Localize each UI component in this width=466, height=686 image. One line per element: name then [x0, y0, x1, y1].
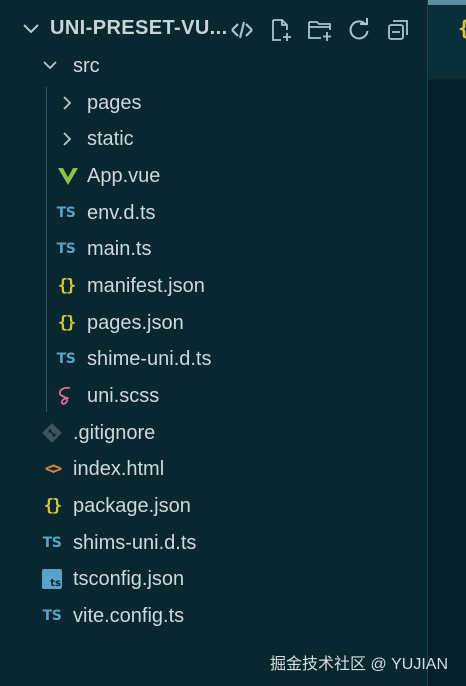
chevron-down-icon[interactable] [20, 18, 42, 40]
tsconfig-icon: ts [40, 567, 64, 591]
explorer-panel: UNI-PRESET-VU... src pages static App.vu… [0, 0, 428, 686]
tree-item-app-vue[interactable]: App.vue [0, 158, 428, 195]
typescript-icon: TS [56, 205, 76, 221]
tree-item-label: pages.json [87, 312, 184, 334]
tree-item-manifest-json[interactable]: {} manifest.json [0, 268, 428, 305]
watermark: 掘金技术社区 @ YUJIAN [270, 656, 449, 673]
tree-item-env-d-ts[interactable]: TS env.d.ts [0, 195, 428, 232]
tree-item-label: env.d.ts [87, 202, 156, 224]
tree-item-label: src [73, 55, 100, 77]
tree-item-label: manifest.json [87, 275, 205, 297]
sass-icon [54, 384, 78, 408]
typescript-icon: TS [42, 608, 62, 624]
tree-item-label: App.vue [87, 165, 161, 187]
editor-tab-indicator [428, 0, 466, 5]
collapse-all-icon[interactable] [384, 16, 412, 44]
tsconfig-icon-text: ts [50, 578, 61, 589]
tree-item-label: static [87, 128, 134, 150]
tree-item-uni-scss[interactable]: uni.scss [0, 378, 428, 415]
tree-item-pages-json[interactable]: {} pages.json [0, 305, 428, 342]
git-icon [40, 421, 64, 445]
tree-item-label: package.json [73, 495, 191, 517]
tree-item-label: tsconfig.json [73, 568, 185, 590]
tree-item-label: shime-uni.d.ts [87, 348, 212, 370]
tree-item-vite-config-ts[interactable]: TS vite.config.ts [0, 598, 428, 635]
tree-item-label: pages [87, 92, 142, 114]
editor-area: { [428, 0, 466, 686]
json-icon: {} [57, 313, 76, 333]
explorer-header[interactable]: UNI-PRESET-VU... [0, 8, 428, 48]
tree-item-src[interactable]: src [0, 48, 428, 85]
chevron-down-icon [43, 61, 57, 70]
typescript-icon: TS [56, 351, 76, 367]
tree-item-label: .gitignore [73, 422, 156, 444]
tree-item-shime-uni-d-ts[interactable]: TS shime-uni.d.ts [0, 341, 428, 378]
html-icon: <> [44, 459, 62, 479]
git-compare-icon[interactable] [228, 16, 256, 44]
workspace-title[interactable]: UNI-PRESET-VU... [50, 17, 228, 40]
chevron-right-icon [63, 132, 72, 146]
tree-item-label: vite.config.ts [73, 605, 185, 627]
tree-item-tsconfig-json[interactable]: ts tsconfig.json [0, 561, 428, 598]
tree-item-static[interactable]: static [0, 121, 428, 158]
tree-item-label: index.html [73, 458, 165, 480]
tree-item-label: uni.scss [87, 385, 160, 407]
json-icon: {} [43, 496, 62, 516]
tree-item-pages[interactable]: pages [0, 85, 428, 122]
vue-icon [56, 164, 80, 188]
tree-item-label: shims-uni.d.ts [73, 532, 197, 554]
new-file-icon[interactable] [267, 16, 295, 44]
tree-item-gitignore[interactable]: .gitignore [0, 415, 428, 452]
editor-tab[interactable]: { [428, 0, 466, 80]
chevron-right-icon [63, 96, 72, 110]
json-icon: { [458, 16, 466, 40]
json-icon: {} [57, 276, 76, 296]
tree-item-label: main.ts [87, 238, 152, 260]
refresh-icon[interactable] [345, 16, 373, 44]
tree-item-shims-uni-d-ts[interactable]: TS shims-uni.d.ts [0, 525, 428, 562]
tree-item-main-ts[interactable]: TS main.ts [0, 231, 428, 268]
tree-item-index-html[interactable]: <> index.html [0, 451, 428, 488]
new-folder-icon[interactable] [306, 16, 334, 44]
header-actions [228, 16, 412, 44]
typescript-icon: TS [42, 535, 62, 551]
tree-item-package-json[interactable]: {} package.json [0, 488, 428, 525]
typescript-icon: TS [56, 241, 76, 257]
